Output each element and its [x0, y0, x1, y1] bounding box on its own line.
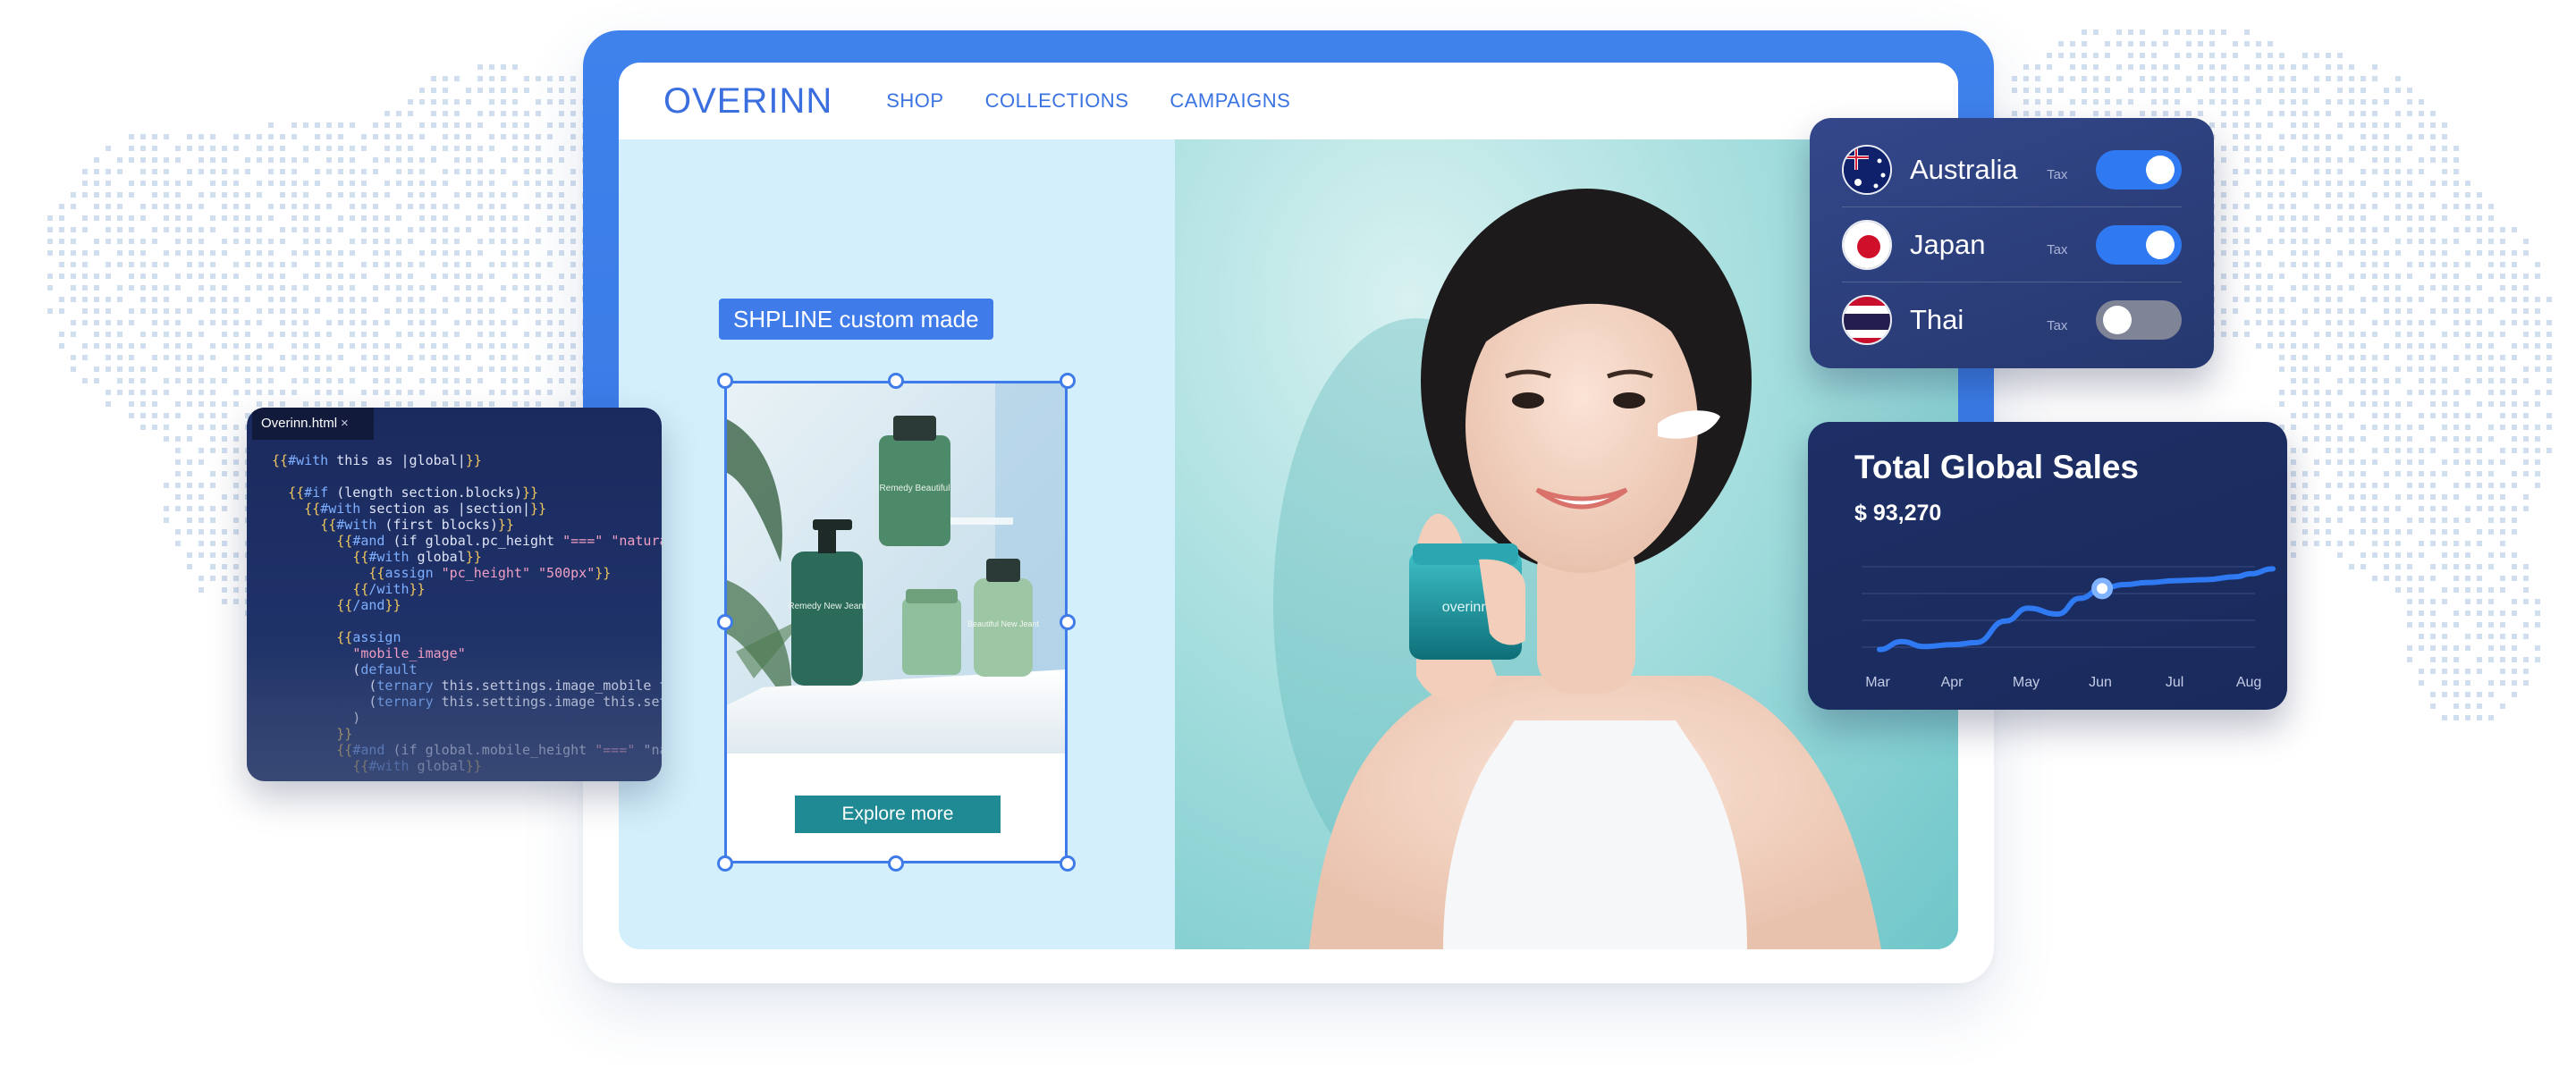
product-label-right: Beautiful New Jeant — [967, 619, 1040, 628]
code-line: {{/with}} — [352, 581, 426, 597]
close-icon[interactable]: × — [341, 416, 349, 431]
code-editor-tab[interactable]: Overinn.html × — [252, 408, 374, 440]
resize-handle-middle-left[interactable] — [717, 614, 733, 630]
resize-handle-bottom-left[interactable] — [717, 855, 733, 872]
tax-toggle-thai[interactable] — [2096, 300, 2182, 340]
code-line: {{#with global}} — [352, 549, 482, 565]
tax-label: Tax — [2047, 317, 2068, 333]
code-line: {{#with this as |global|}} — [272, 452, 482, 468]
tax-row-thai: Thai Tax — [1842, 282, 2182, 358]
x-tick-label: Apr — [1941, 675, 1964, 690]
product-label-left: Remedy New Jeant — [788, 602, 866, 611]
tax-toggle-australia[interactable] — [2096, 149, 2182, 189]
code-line: {{#if (length section.blocks)}} — [288, 484, 539, 501]
nav-link-collections[interactable]: COLLECTIONS — [985, 89, 1129, 113]
storefront-nav: OVERINN SHOP COLLECTIONS CAMPAIGNS — [619, 63, 1958, 139]
sales-value: $ 93,270 — [1854, 501, 1942, 526]
x-tick-label: Mar — [1865, 675, 1890, 690]
code-line: {{#and (if global.pc_height "===" "natur… — [336, 533, 662, 549]
highlighted-data-point[interactable] — [2091, 577, 2114, 600]
tax-country-name: Thai — [1910, 304, 1964, 335]
product-card-block[interactable]: Remedy Beautiful Remedy New Jeant Beauti… — [724, 381, 1068, 863]
x-tick-label: Aug — [2236, 675, 2261, 690]
storefront-screen: OVERINN SHOP COLLECTIONS CAMPAIGNS SHPLI… — [619, 63, 1958, 949]
code-editor-panel: Overinn.html × {{#with this as |global|}}… — [247, 408, 662, 781]
resize-handle-middle-right[interactable] — [1060, 614, 1076, 630]
x-tick-label: Jun — [2089, 675, 2112, 690]
code-tab-filename: Overinn.html — [261, 416, 338, 431]
custom-made-badge: SHPLINE custom made — [719, 299, 993, 340]
tax-label: Tax — [2047, 167, 2068, 182]
thailand-flag-icon — [1842, 295, 1892, 345]
code-line: {{#with section as |section|}} — [304, 501, 547, 517]
toggle-knob — [2103, 306, 2132, 334]
tax-toggle-japan[interactable] — [2096, 224, 2182, 265]
tax-row-australia: Australia Tax — [1842, 132, 2182, 207]
explore-more-button[interactable]: Explore more — [795, 796, 1001, 833]
australia-flag-icon — [1842, 144, 1892, 195]
nav-link-shop[interactable]: SHOP — [886, 89, 943, 113]
tax-row-japan: Japan Tax — [1842, 207, 2182, 282]
product-photo: Remedy Beautiful Remedy New Jeant Beauti… — [727, 383, 1065, 754]
code-line: {{assign — [336, 629, 401, 645]
code-line: {{/and}} — [336, 597, 401, 613]
code-fade-overlay — [247, 649, 662, 781]
resize-handle-top-middle[interactable] — [888, 373, 904, 389]
japan-flag-icon — [1842, 219, 1892, 270]
nav-link-campaigns[interactable]: CAMPAIGNS — [1170, 89, 1290, 113]
product-label-top: Remedy Beautiful — [880, 484, 950, 493]
tax-country-name: Japan — [1910, 228, 1986, 260]
tax-country-name: Australia — [1910, 153, 2018, 185]
resize-handle-bottom-right[interactable] — [1060, 855, 1076, 872]
toggle-knob — [2146, 230, 2175, 259]
x-tick-label: Jul — [2166, 675, 2183, 690]
resize-handle-bottom-middle[interactable] — [888, 855, 904, 872]
jar-label: overinn — [1442, 600, 1489, 615]
resize-handle-top-right[interactable] — [1060, 373, 1076, 389]
sales-series-line — [1877, 566, 2276, 653]
sales-title: Total Global Sales — [1854, 449, 2140, 485]
x-tick-label: May — [2013, 675, 2040, 690]
resize-handle-top-left[interactable] — [717, 373, 733, 389]
code-line: {{assign "pc_height" "500px"}} — [368, 565, 612, 581]
code-line: {{#with (first blocks)}} — [320, 517, 514, 533]
tax-settings-panel: Australia Tax Japan Tax Thai Tax — [1810, 118, 2214, 368]
tax-label: Tax — [2047, 242, 2068, 257]
store-logo[interactable]: OVERINN — [663, 81, 832, 122]
global-sales-panel: Mar Apr May Jun Jul Aug Total Global Sales $ … — [1808, 422, 2287, 710]
toggle-knob — [2146, 155, 2175, 184]
editor-canvas: SHPLINE custom made Remedy Beautiful Rem… — [619, 139, 1175, 949]
